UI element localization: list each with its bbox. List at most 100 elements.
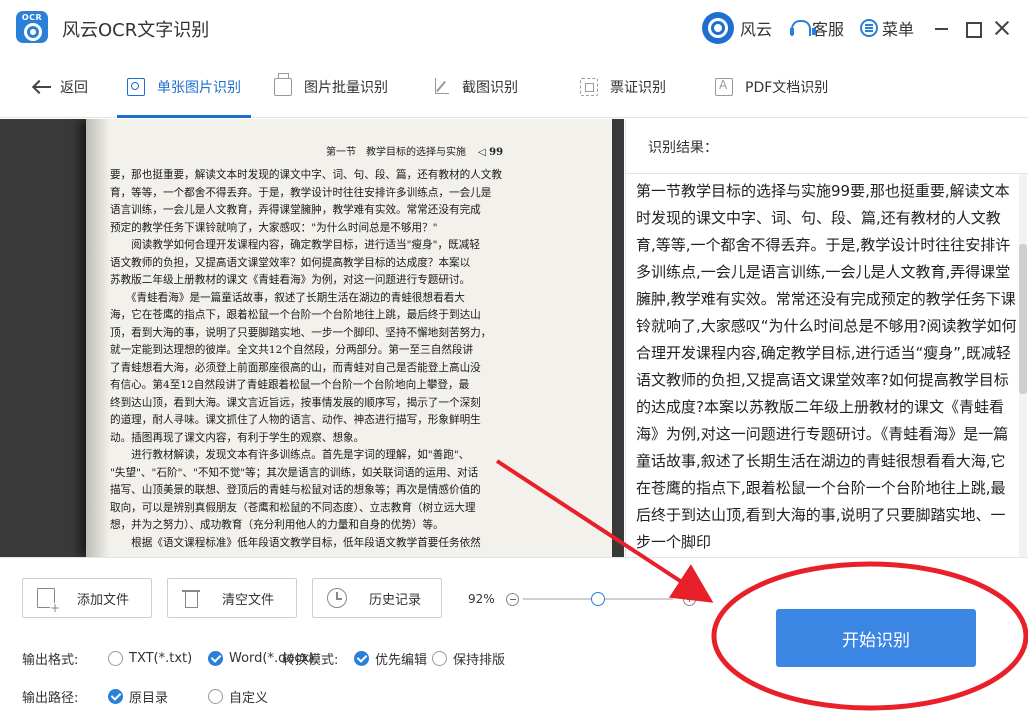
document-header: 第一节 教学目标的选择与实施 ◁ 99 bbox=[326, 143, 503, 158]
mode-layout-label: 保持排版 bbox=[453, 649, 505, 668]
tab-label: 单张图片识别 bbox=[157, 77, 241, 97]
document-header-title: 第一节 教学目标的选择与实施 bbox=[326, 147, 466, 158]
radio-keep-layout[interactable] bbox=[432, 651, 447, 666]
document-line: 海，它在苍鹰的指点下，跟着松鼠一个台阶一个台阶地往上跳，最后终于到达山 bbox=[110, 307, 600, 325]
document-line: 取向，可以是辨别真假朋友（苍鹰和松鼠的不同态度）、立志教育（树立远大理 bbox=[110, 500, 600, 518]
path-original-label: 原目录 bbox=[129, 687, 168, 706]
crop-icon bbox=[432, 78, 450, 96]
radio-custom-dir[interactable] bbox=[208, 689, 223, 704]
document-page-number: ◁ 99 bbox=[478, 147, 503, 158]
path-custom-label: 自定义 bbox=[229, 687, 268, 706]
add-file-label: 添加文件 bbox=[77, 589, 129, 608]
document-line: 终到达山顶，看到大海。课文言近旨远，按事情发展的顺序写，揭示了一个深刻 bbox=[110, 395, 600, 413]
scrollbar-thumb[interactable] bbox=[1019, 244, 1027, 394]
image-preview[interactable]: 第一节 教学目标的选择与实施 ◁ 99 要，那也挺重要，解读文本时发现的课文中字、… bbox=[0, 119, 624, 557]
support-label: 客服 bbox=[812, 16, 844, 40]
document-line: 语言训练，一会儿是人文教育，弄得课堂臃肿，教学难有实效。常常还没有完成 bbox=[110, 202, 600, 220]
zoom-slider[interactable] bbox=[523, 598, 673, 600]
document-text: 要，那也挺重要，解读文本时发现的课文中字、词、句、段、篇，还有教材的人文教育，等… bbox=[110, 167, 600, 552]
nav-bar: 返回 单张图片识别 图片批量识别 截图识别 票证识别 PDF文档识别 bbox=[0, 56, 1028, 118]
tab-pdf[interactable]: PDF文档识别 bbox=[715, 56, 828, 118]
mode-edit-option[interactable]: 优先编辑 bbox=[354, 649, 432, 668]
brand-label: 风云 bbox=[740, 16, 772, 40]
document-line: 阅读教学如何合理开发课程内容，确定教学目标，进行适当"瘦身"，既减轻 bbox=[110, 237, 600, 255]
menu-icon bbox=[860, 19, 878, 37]
tab-label: 图片批量识别 bbox=[304, 77, 388, 97]
document-line: 的道理，耐人寻味。课文抓住了人物的语言、动作、神态进行描写，形象鲜明生 bbox=[110, 412, 600, 430]
close-icon[interactable] bbox=[992, 18, 1012, 38]
output-path-row: 输出路径: 原目录 自定义 bbox=[22, 686, 268, 706]
history-button[interactable]: 历史记录 bbox=[312, 578, 442, 618]
clear-files-button[interactable]: 清空文件 bbox=[167, 578, 297, 618]
bottom-panel: 添加文件 清空文件 历史记录 92% 输出格式: TXT(*.txt) bbox=[0, 557, 1028, 724]
radio-original-dir[interactable] bbox=[108, 689, 123, 704]
logo-eye-icon bbox=[24, 23, 42, 41]
output-format-label: 输出格式: bbox=[22, 649, 108, 668]
title-bar: OCR 风云OCR文字识别 风云 客服 菜单 bbox=[0, 0, 1028, 56]
document-line: "失望"、"石阶"、"不知不觉"等；其次是语言的训练，如关联词语的运用、对话 bbox=[110, 465, 600, 483]
clear-files-label: 清空文件 bbox=[222, 589, 274, 608]
headset-icon bbox=[790, 19, 808, 37]
support-button[interactable]: 客服 bbox=[790, 17, 844, 39]
pdf-icon bbox=[715, 78, 733, 96]
file-add-icon bbox=[37, 588, 55, 608]
mode-layout-option[interactable]: 保持排版 bbox=[432, 649, 505, 668]
zoom-in-icon[interactable] bbox=[683, 593, 696, 606]
radio-docx[interactable] bbox=[208, 651, 223, 666]
image-icon bbox=[127, 78, 145, 96]
back-arrow-icon bbox=[32, 79, 52, 95]
batch-images-icon bbox=[274, 78, 292, 96]
mode-edit-label: 优先编辑 bbox=[375, 649, 427, 668]
add-file-button[interactable]: 添加文件 bbox=[22, 578, 152, 618]
document-line: 根据《语文课程标准》低年段语文教学目标，低年段语文教学首要任务依然 bbox=[110, 535, 600, 553]
minimize-icon[interactable] bbox=[932, 18, 952, 38]
document-line: 描写、山顶美景的联想、登顶后的青蛙与松鼠对话的想象等；再次是情感价值的 bbox=[110, 482, 600, 500]
app-window: OCR 风云OCR文字识别 风云 客服 菜单 返回 单张图片识别 bbox=[0, 0, 1028, 724]
zoom-control: 92% bbox=[468, 588, 696, 610]
document-line: 想，并为之努力）、成功教育（充分利用他人的力量和自身的优势）等。 bbox=[110, 517, 600, 535]
trash-icon bbox=[182, 588, 200, 608]
menu-button[interactable]: 菜单 bbox=[860, 17, 914, 39]
zoom-out-icon[interactable] bbox=[506, 593, 519, 606]
back-label: 返回 bbox=[60, 77, 88, 97]
ticket-scan-icon bbox=[580, 78, 598, 96]
tab-single-image[interactable]: 单张图片识别 bbox=[127, 56, 241, 118]
result-text-area[interactable]: 第一节教学目标的选择与实施99要,那也挺重要,解读文本时发现的课文中字、词、句、… bbox=[626, 173, 1028, 557]
start-recognition-button[interactable]: 开始识别 bbox=[776, 609, 976, 667]
document-line: 顶，看到大海的事，说明了只要脚踏实地、一步一个脚印、坚持不懈地刻苦努力， bbox=[110, 325, 600, 343]
tab-screenshot[interactable]: 截图识别 bbox=[432, 56, 518, 118]
document-line: 苏教版二年级上册教材的课文《青蛙看海》为例，对这一问题进行专题研讨。 bbox=[110, 272, 600, 290]
document-line: 就一定能到达理想的彼岸。全文共12个自然段，分两部分。第一至三自然段讲 bbox=[110, 342, 600, 360]
format-txt-option[interactable]: TXT(*.txt) bbox=[108, 651, 208, 666]
result-scrollbar[interactable] bbox=[1019, 174, 1027, 558]
document-line: 了青蛙想看大海，必须登上前面那座很高的山，而青蛙对自己是否能登上高山没 bbox=[110, 360, 600, 378]
logo-text: OCR bbox=[16, 13, 48, 22]
app-title: 风云OCR文字识别 bbox=[62, 16, 209, 42]
document-line: 要，那也挺重要，解读文本时发现的课文中字、词、句、段、篇，还有教材的人文教 bbox=[110, 167, 600, 185]
tab-batch-image[interactable]: 图片批量识别 bbox=[274, 56, 388, 118]
document-line: 动。插图再现了课文内容，有利于学生的观察、想象。 bbox=[110, 430, 600, 448]
path-custom-option[interactable]: 自定义 bbox=[208, 687, 268, 706]
tab-ticket[interactable]: 票证识别 bbox=[580, 56, 666, 118]
radio-priority-edit[interactable] bbox=[354, 651, 369, 666]
document-page: 第一节 教学目标的选择与实施 ◁ 99 要，那也挺重要，解读文本时发现的课文中字、… bbox=[86, 119, 612, 557]
document-line: 有信心。第4至12自然段讲了青蛙跟着松鼠一个台阶一个台阶地向上攀登，最 bbox=[110, 377, 600, 395]
output-format-row: 输出格式: TXT(*.txt) Word(*.docx) 转换模式: 优先编辑… bbox=[22, 648, 505, 668]
back-button[interactable]: 返回 bbox=[32, 56, 88, 118]
format-txt-label: TXT(*.txt) bbox=[129, 651, 192, 666]
brand-button[interactable]: 风云 bbox=[702, 12, 772, 44]
radio-txt[interactable] bbox=[108, 651, 123, 666]
menu-label: 菜单 bbox=[882, 16, 914, 40]
brand-logo-icon bbox=[702, 12, 734, 44]
result-text[interactable]: 第一节教学目标的选择与实施99要,那也挺重要,解读文本时发现的课文中字、词、句、… bbox=[636, 178, 1020, 554]
path-original-option[interactable]: 原目录 bbox=[108, 687, 208, 706]
document-line: 预定的教学任务下课铃就响了，大家感叹："为什么时间总是不够用？" bbox=[110, 220, 600, 238]
result-label: 识别结果： bbox=[648, 137, 718, 157]
tab-label: 票证识别 bbox=[610, 77, 666, 97]
document-line: 语文教师的负担，又提高语文课堂效率？如何提高教学目标的达成度？本案以 bbox=[110, 255, 600, 273]
document-line: 育，等等，一个都舍不得丢弃。于是，教学设计时往往安排许多训练点，一会儿是 bbox=[110, 185, 600, 203]
tab-label: 截图识别 bbox=[462, 77, 518, 97]
clock-icon bbox=[327, 588, 347, 608]
maximize-icon[interactable] bbox=[962, 18, 982, 38]
zoom-slider-thumb[interactable] bbox=[591, 592, 605, 606]
